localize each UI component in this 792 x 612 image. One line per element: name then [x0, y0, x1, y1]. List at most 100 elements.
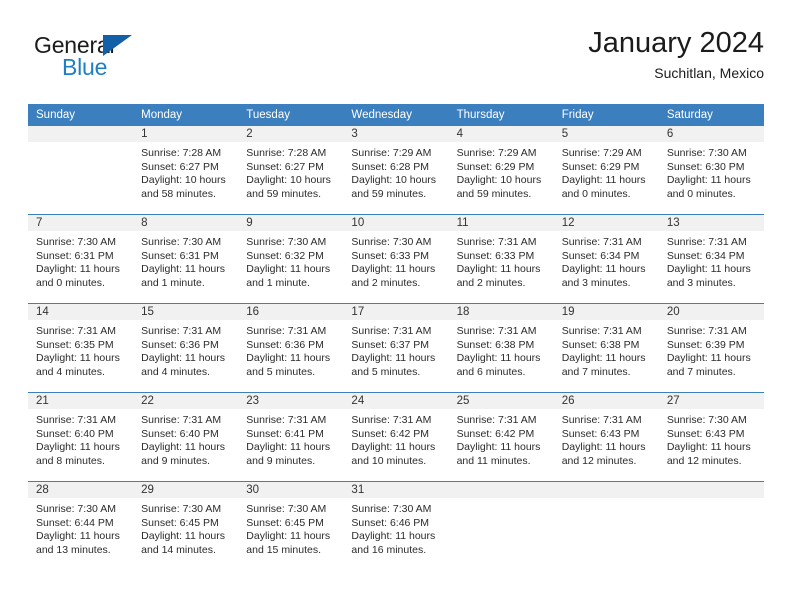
calendar-day[interactable]: 15 Sunrise: 7:31 AM Sunset: 6:36 PM Dayligh… [133, 304, 239, 392]
day-number-band [658, 482, 764, 498]
daylight-text-line2: and 58 minutes. [141, 187, 216, 200]
day-number-band: 26 [553, 393, 659, 409]
day-details: Sunrise: 7:31 AM Sunset: 6:43 PM Daylight:… [554, 409, 659, 468]
day-details: Sunrise: 7:31 AM Sunset: 6:40 PM Daylight:… [133, 409, 238, 468]
calendar-cell: 31 Sunrise: 7:30 AM Sunset: 6:46 PM Dayligh… [343, 481, 449, 570]
sunrise-text: Sunrise: 7:31 AM [666, 325, 747, 337]
page-subtitle: Suchitlan, Mexico [654, 65, 764, 81]
calendar-day[interactable]: 14 Sunrise: 7:31 AM Sunset: 6:35 PM Dayligh… [28, 304, 134, 392]
sunset-text: Sunset: 6:29 PM [561, 160, 640, 173]
calendar-day[interactable]: 25 Sunrise: 7:31 AM Sunset: 6:42 PM Dayligh… [448, 393, 554, 481]
calendar-day[interactable]: 1 Sunrise: 7:28 AM Sunset: 6:27 PM Daylight… [133, 126, 239, 214]
calendar-day[interactable]: 17 Sunrise: 7:31 AM Sunset: 6:37 PM Dayligh… [343, 304, 449, 392]
sunset-text: Sunset: 6:31 PM [141, 249, 219, 262]
daylight-text-line1: Daylight: 11 hours [141, 263, 225, 276]
calendar-day[interactable]: 13 Sunrise: 7:31 AM Sunset: 6:34 PM Dayligh… [658, 215, 764, 303]
calendar-day[interactable]: 26 Sunrise: 7:31 AM Sunset: 6:43 PM Dayligh… [553, 393, 659, 481]
day-number: 1 [141, 128, 148, 140]
day-number: 11 [456, 217, 469, 229]
sunset-text: Sunset: 6:34 PM [561, 249, 640, 262]
day-number-band: 20 [658, 304, 764, 320]
sunset-text: Sunset: 6:41 PM [246, 427, 324, 440]
day-details: Sunrise: 7:29 AM Sunset: 6:28 PM Daylight:… [343, 142, 448, 201]
calendar-day[interactable]: 2 Sunrise: 7:28 AM Sunset: 6:27 PM Daylight… [238, 126, 344, 214]
day-number: 17 [351, 306, 365, 318]
calendar-day[interactable]: 16 Sunrise: 7:31 AM Sunset: 6:36 PM Dayligh… [238, 304, 344, 392]
daylight-text-line2: and 4 minutes. [141, 365, 211, 378]
day-number-band: 27 [658, 393, 764, 409]
calendar-cell: 17 Sunrise: 7:31 AM Sunset: 6:37 PM Dayligh… [343, 303, 449, 393]
calendar-day[interactable]: 31 Sunrise: 7:30 AM Sunset: 6:46 PM Dayligh… [343, 482, 449, 570]
sunrise-text: Sunrise: 7:31 AM [246, 414, 327, 426]
calendar-day[interactable]: 9 Sunrise: 7:30 AM Sunset: 6:32 PM Daylight… [238, 215, 344, 303]
calendar-day[interactable]: 10 Sunrise: 7:30 AM Sunset: 6:33 PM Dayligh… [343, 215, 449, 303]
day-details: Sunrise: 7:31 AM Sunset: 6:42 PM Daylight:… [343, 409, 448, 468]
day-number-band [28, 126, 134, 142]
calendar-day[interactable]: 20 Sunrise: 7:31 AM Sunset: 6:39 PM Dayligh… [658, 304, 764, 392]
calendar-cell: 27 Sunrise: 7:30 AM Sunset: 6:43 PM Dayligh… [658, 392, 764, 482]
sunset-text: Sunset: 6:42 PM [456, 427, 535, 440]
calendar-day[interactable]: 3 Sunrise: 7:29 AM Sunset: 6:28 PM Daylight… [343, 126, 449, 214]
sunset-text: Sunset: 6:44 PM [36, 516, 114, 529]
calendar-day[interactable]: 11 Sunrise: 7:31 AM Sunset: 6:33 PM Dayligh… [448, 215, 554, 303]
sunset-text: Sunset: 6:35 PM [36, 338, 114, 351]
day-number: 28 [36, 484, 49, 496]
day-number-band: 2 [238, 126, 344, 142]
day-number-band [448, 482, 554, 498]
page-header: General Blue January 2024 Suchitlan, Mex… [28, 26, 764, 96]
calendar-day[interactable]: 24 Sunrise: 7:31 AM Sunset: 6:42 PM Dayligh… [343, 393, 449, 481]
day-details: Sunrise: 7:30 AM Sunset: 6:45 PM Daylight:… [238, 498, 343, 557]
calendar-day[interactable]: 12 Sunrise: 7:31 AM Sunset: 6:34 PM Dayligh… [553, 215, 659, 303]
calendar-day[interactable]: 28 Sunrise: 7:30 AM Sunset: 6:44 PM Dayligh… [28, 482, 134, 570]
general-blue-logo[interactable]: General Blue [28, 32, 218, 90]
day-details: Sunrise: 7:29 AM Sunset: 6:29 PM Daylight:… [554, 142, 659, 201]
daylight-text-line1: Daylight: 11 hours [561, 174, 646, 187]
daylight-text-line1: Daylight: 10 hours [246, 174, 331, 187]
calendar-week-row: 1 Sunrise: 7:28 AM Sunset: 6:27 PM Daylight… [28, 126, 764, 215]
sunset-text: Sunset: 6:36 PM [141, 338, 219, 351]
calendar-cell: 19 Sunrise: 7:31 AM Sunset: 6:38 PM Dayligh… [553, 303, 659, 393]
day-number-band: 6 [658, 126, 764, 142]
sunset-text: Sunset: 6:28 PM [351, 160, 430, 173]
calendar-cell: 12 Sunrise: 7:31 AM Sunset: 6:34 PM Dayligh… [553, 214, 659, 304]
calendar-day[interactable]: 22 Sunrise: 7:31 AM Sunset: 6:40 PM Dayligh… [133, 393, 239, 481]
daylight-text-line2: and 13 minutes. [36, 543, 111, 556]
day-details: Sunrise: 7:29 AM Sunset: 6:29 PM Daylight:… [449, 142, 554, 201]
calendar-day[interactable]: 29 Sunrise: 7:30 AM Sunset: 6:45 PM Dayligh… [133, 482, 239, 570]
daylight-text-line1: Daylight: 11 hours [246, 441, 331, 454]
calendar-day[interactable]: 6 Sunrise: 7:30 AM Sunset: 6:30 PM Daylight… [658, 126, 764, 214]
sunrise-text: Sunrise: 7:31 AM [561, 236, 642, 248]
day-number-band: 14 [28, 304, 134, 320]
calendar-day[interactable]: 18 Sunrise: 7:31 AM Sunset: 6:38 PM Dayligh… [448, 304, 554, 392]
calendar-cell: 23 Sunrise: 7:31 AM Sunset: 6:41 PM Dayligh… [238, 392, 344, 482]
logo-text-blue: Blue [62, 54, 108, 80]
day-details: Sunrise: 7:31 AM Sunset: 6:38 PM Daylight:… [554, 320, 659, 379]
day-number: 19 [561, 306, 575, 318]
sunset-text: Sunset: 6:40 PM [36, 427, 114, 440]
calendar-day[interactable]: 27 Sunrise: 7:30 AM Sunset: 6:43 PM Dayligh… [658, 393, 764, 481]
calendar-day[interactable]: 4 Sunrise: 7:29 AM Sunset: 6:29 PM Daylight… [448, 126, 554, 214]
day-number-band: 31 [343, 482, 449, 498]
calendar-day[interactable]: 21 Sunrise: 7:31 AM Sunset: 6:40 PM Dayligh… [28, 393, 134, 481]
calendar-day[interactable]: 19 Sunrise: 7:31 AM Sunset: 6:38 PM Dayligh… [553, 304, 659, 392]
calendar-day[interactable]: 5 Sunrise: 7:29 AM Sunset: 6:29 PM Daylight… [553, 126, 659, 214]
sunset-text: Sunset: 6:29 PM [456, 160, 535, 173]
calendar-cell: 7 Sunrise: 7:30 AM Sunset: 6:31 PM Daylight… [28, 214, 134, 304]
calendar-day[interactable]: 8 Sunrise: 7:30 AM Sunset: 6:31 PM Daylight… [133, 215, 239, 303]
calendar-day[interactable]: 7 Sunrise: 7:30 AM Sunset: 6:31 PM Daylight… [28, 215, 134, 303]
daylight-text-line1: Daylight: 11 hours [351, 352, 436, 365]
calendar-day[interactable]: 23 Sunrise: 7:31 AM Sunset: 6:41 PM Dayligh… [238, 393, 344, 481]
sunrise-text: Sunrise: 7:31 AM [246, 325, 327, 337]
day-number: 3 [351, 128, 358, 140]
sunset-text: Sunset: 6:30 PM [666, 160, 745, 173]
calendar-day[interactable]: 30 Sunrise: 7:30 AM Sunset: 6:45 PM Dayligh… [238, 482, 344, 570]
calendar-cell: 22 Sunrise: 7:31 AM Sunset: 6:40 PM Dayligh… [133, 392, 239, 482]
calendar-day-empty [658, 482, 764, 570]
day-details: Sunrise: 7:30 AM Sunset: 6:44 PM Daylight:… [28, 498, 133, 557]
daylight-text-line2: and 4 minutes. [36, 365, 105, 378]
calendar-body: 1 Sunrise: 7:28 AM Sunset: 6:27 PM Daylight… [28, 126, 764, 570]
daylight-text-line2: and 6 minutes. [456, 365, 526, 378]
daylight-text-line2: and 7 minutes. [561, 365, 631, 378]
day-details: Sunrise: 7:30 AM Sunset: 6:31 PM Daylight:… [28, 231, 133, 290]
day-details: Sunrise: 7:28 AM Sunset: 6:27 PM Daylight:… [238, 142, 343, 201]
